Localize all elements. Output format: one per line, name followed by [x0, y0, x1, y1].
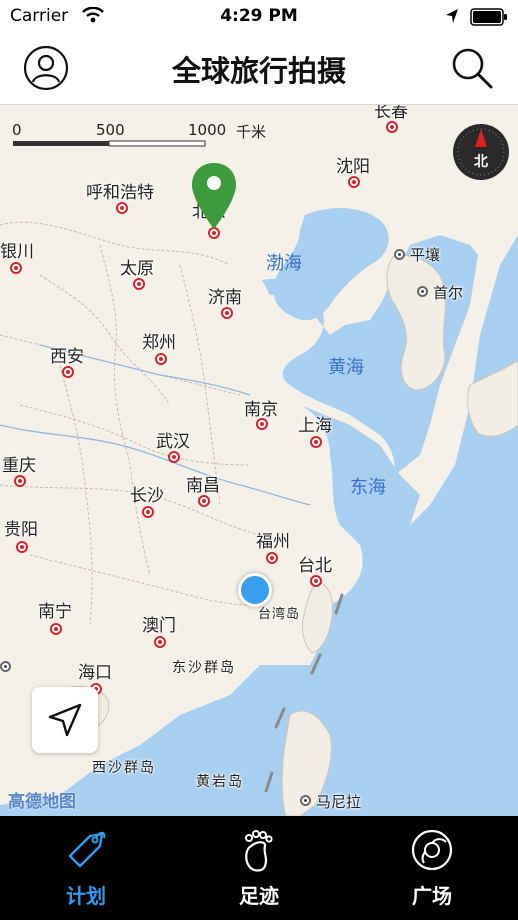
city-label: 西安	[50, 347, 84, 367]
foreign-city-marker[interactable]	[417, 286, 428, 297]
clock: 4:29 PM	[220, 6, 298, 26]
city-marker[interactable]	[386, 121, 398, 133]
city-marker[interactable]	[155, 353, 167, 365]
city-label: 济南	[208, 288, 242, 308]
city-marker[interactable]	[154, 636, 166, 648]
scale-label-0: 0	[12, 121, 22, 139]
disc-icon	[411, 829, 453, 871]
city-label: 银川	[0, 242, 34, 262]
page-title: 全球旅行拍摄	[171, 54, 346, 88]
city-label: 长沙	[130, 486, 164, 506]
city-marker[interactable]	[221, 307, 233, 319]
city-label: 南昌	[186, 476, 220, 496]
tab-plan[interactable]: 计划	[0, 816, 172, 920]
city-marker[interactable]	[10, 262, 22, 274]
map-provider-logo: 高德地图	[8, 792, 76, 812]
map-pin-icon[interactable]	[189, 161, 239, 231]
foreign-city-label: 马尼拉	[316, 793, 362, 811]
search-icon[interactable]	[448, 44, 496, 92]
tab-plan-label: 计划	[66, 884, 106, 908]
city-label: 台北	[298, 556, 332, 576]
locate-me-button[interactable]	[32, 687, 98, 753]
city-label: 澳门	[142, 616, 176, 636]
foreign-city-label: 平壤	[410, 246, 441, 264]
city-marker[interactable]	[16, 541, 28, 553]
scale-label-500: 500	[96, 121, 125, 139]
city-marker[interactable]	[310, 575, 322, 587]
tag-icon	[68, 831, 106, 868]
footprint-icon	[245, 830, 273, 872]
city-marker[interactable]	[142, 506, 154, 518]
island-label: 东沙群岛	[172, 660, 236, 676]
island-label: 台湾岛	[258, 607, 301, 622]
city-marker[interactable]	[168, 451, 180, 463]
navigation-arrow-icon	[48, 703, 82, 737]
city-label: 南京	[244, 400, 278, 420]
city-marker[interactable]	[348, 176, 360, 188]
city-marker[interactable]	[198, 495, 210, 507]
nav-bar: 全球旅行拍摄	[0, 34, 518, 105]
city-label: 南宁	[38, 602, 72, 622]
foreign-city-label: 首尔	[433, 284, 464, 302]
city-label: 海口	[78, 663, 112, 683]
foreign-city-marker[interactable]	[0, 661, 11, 672]
city-marker[interactable]	[310, 436, 322, 448]
location-arrow-icon	[446, 9, 458, 23]
scale-ruler	[13, 140, 206, 147]
city-marker[interactable]	[62, 366, 74, 378]
island-label: 西沙群岛	[92, 760, 156, 776]
city-marker[interactable]	[50, 623, 62, 635]
city-label: 长春	[374, 105, 408, 122]
tab-footprint[interactable]: 足迹	[173, 816, 345, 920]
sea-label-huanghai: 黄海	[328, 357, 364, 378]
city-marker[interactable]	[133, 278, 145, 290]
island-label: 黄岩岛	[196, 774, 244, 790]
tab-footprint-label: 足迹	[239, 884, 279, 908]
city-label: 武汉	[156, 432, 190, 452]
foreign-city-marker[interactable]	[300, 795, 311, 806]
status-bar: Carrier 4:29 PM	[0, 0, 518, 34]
scale-unit: 千米	[236, 123, 267, 141]
current-location-dot	[238, 573, 272, 607]
scale-label-1000: 1000	[188, 121, 227, 139]
city-label: 上海	[298, 416, 332, 436]
city-marker[interactable]	[256, 418, 268, 430]
city-label: 沈阳	[336, 157, 370, 177]
city-label: 太原	[120, 259, 154, 279]
sea-label-donghai: 东海	[350, 477, 386, 498]
compass-north-label: 北	[474, 154, 488, 170]
foreign-city-marker[interactable]	[394, 249, 405, 260]
battery-icon	[470, 8, 507, 26]
city-label: 重庆	[2, 456, 36, 476]
city-label: 福州	[256, 532, 290, 552]
tab-square-label: 广场	[412, 884, 452, 908]
city-label: 贵阳	[4, 520, 38, 540]
city-label: 郑州	[142, 333, 176, 353]
compass-button[interactable]: 北	[452, 123, 510, 181]
city-marker[interactable]	[266, 552, 278, 564]
map-view[interactable]: 0 500 1000 千米 北 渤海 黄海 东海 长春 沈阳 呼和浩特 北京 银…	[0, 105, 518, 816]
tab-bar: 计划 足迹 广场	[0, 816, 518, 920]
sea-label-bohai: 渤海	[266, 253, 302, 274]
city-marker[interactable]	[14, 475, 26, 487]
tab-square[interactable]: 广场	[346, 816, 518, 920]
city-label: 呼和浩特	[86, 183, 154, 203]
city-marker[interactable]	[116, 202, 128, 214]
